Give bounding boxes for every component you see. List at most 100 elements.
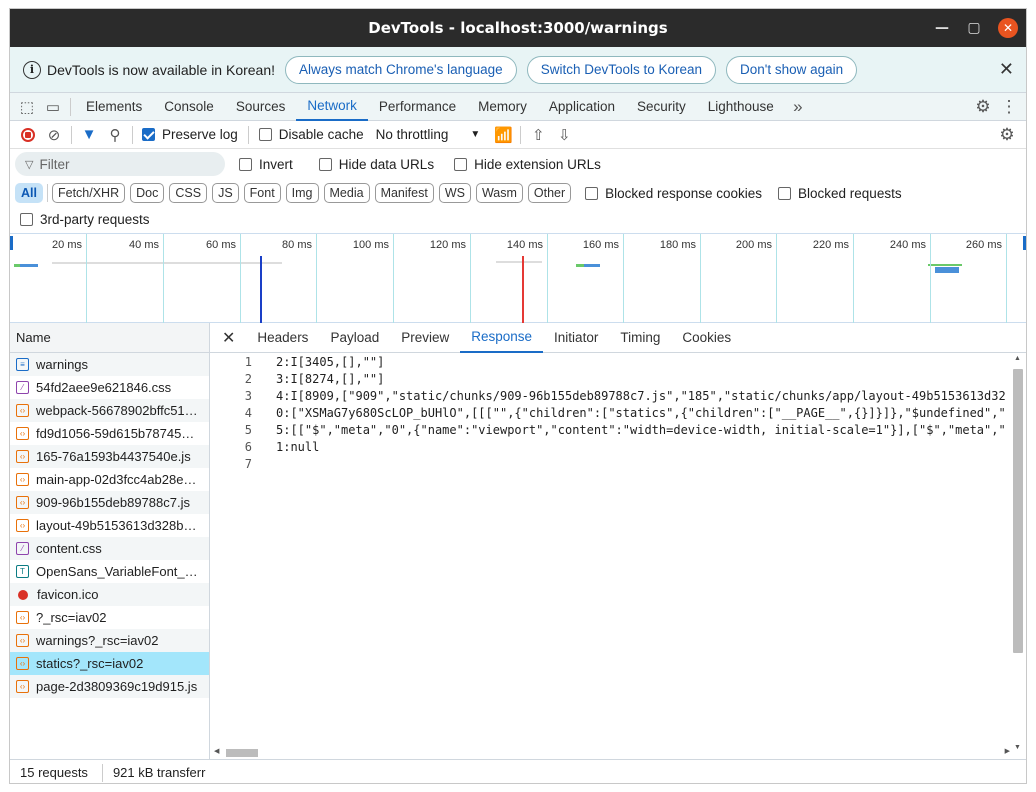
scroll-right-icon[interactable]: ▶ xyxy=(1005,747,1010,755)
name-column-header[interactable]: Name xyxy=(10,323,209,353)
disable-cache-check[interactable] xyxy=(258,128,272,141)
invert-check[interactable] xyxy=(239,157,252,171)
hide-extension-urls-check[interactable] xyxy=(454,157,468,171)
request-row[interactable]: ‹› layout-49b5153613d328b… xyxy=(10,514,209,537)
type-filter-js[interactable]: JS xyxy=(212,183,239,203)
search-icon[interactable]: ⚲ xyxy=(102,122,128,148)
tab-sources[interactable]: Sources xyxy=(225,93,297,121)
tab-memory[interactable]: Memory xyxy=(467,93,538,121)
request-row[interactable]: ‹› 909-96b155deb89788c7.js xyxy=(10,491,209,514)
close-window-icon[interactable]: ✕ xyxy=(998,18,1018,38)
tab-performance[interactable]: Performance xyxy=(368,93,467,121)
preserve-log-check[interactable] xyxy=(142,128,155,141)
type-filter-other[interactable]: Other xyxy=(527,183,572,203)
request-row[interactable]: ‹› 165-76a1593b4437540e.js xyxy=(10,445,209,468)
tab-timing[interactable]: Timing xyxy=(609,323,671,353)
third-party-label: 3rd-party requests xyxy=(40,211,150,227)
overview-right-handle[interactable] xyxy=(1023,236,1026,250)
more-tabs-icon[interactable]: » xyxy=(785,94,811,120)
type-filter-img[interactable]: Img xyxy=(285,183,319,203)
request-row[interactable]: ≡ warnings xyxy=(10,353,209,376)
tab-application[interactable]: Application xyxy=(538,93,626,121)
blocked-response-cookies-checkbox[interactable]: Blocked response cookies xyxy=(585,186,762,201)
network-settings-icon[interactable]: ⚙ xyxy=(994,122,1020,148)
window-title: DevTools - localhost:3000/warnings xyxy=(368,19,668,37)
hide-data-urls-check[interactable] xyxy=(318,157,332,171)
type-filter-doc[interactable]: Doc xyxy=(130,183,165,203)
scroll-up-icon[interactable]: ▲ xyxy=(1014,355,1021,362)
dont-show-again-button[interactable]: Don't show again xyxy=(726,55,858,84)
third-party-check[interactable] xyxy=(20,212,33,226)
overview-left-handle[interactable] xyxy=(10,236,13,250)
tab-console[interactable]: Console xyxy=(153,93,225,121)
scrollbar-thumb[interactable] xyxy=(1013,369,1023,653)
type-filter-media[interactable]: Media xyxy=(323,183,370,203)
blocked-requests-check[interactable] xyxy=(778,186,792,200)
tab-response[interactable]: Response xyxy=(460,323,544,353)
maximize-icon[interactable]: ▢ xyxy=(964,18,984,38)
switch-to-korean-button[interactable]: Switch DevTools to Korean xyxy=(526,55,717,84)
type-filter-ws[interactable]: WS xyxy=(438,183,471,203)
hscroll-thumb[interactable] xyxy=(226,749,258,757)
tab-security[interactable]: Security xyxy=(626,93,697,121)
import-har-icon[interactable]: ⇧ xyxy=(525,122,551,148)
type-filter-all[interactable]: All xyxy=(15,183,43,203)
export-har-icon[interactable]: ⇩ xyxy=(551,122,577,148)
tab-payload[interactable]: Payload xyxy=(319,323,390,353)
request-row[interactable]: ‹› warnings?_rsc=iav02 xyxy=(10,629,209,652)
dropdown-arrow-icon: ▼ xyxy=(470,129,481,140)
throttling-select[interactable]: No throttling ▼ xyxy=(376,127,481,142)
overview-gridline xyxy=(853,234,854,324)
tab-lighthouse[interactable]: Lighthouse xyxy=(697,93,785,121)
close-details-icon[interactable]: ✕ xyxy=(210,323,246,353)
invert-checkbox[interactable]: Invert xyxy=(239,157,293,172)
horizontal-scrollbar[interactable]: ◀ ▶ xyxy=(214,747,1010,759)
request-row[interactable]: ‹› fd9d1056-59d615b78745… xyxy=(10,422,209,445)
device-toolbar-icon[interactable]: ▭ xyxy=(40,94,66,120)
third-party-checkbox[interactable]: 3rd-party requests xyxy=(20,212,150,227)
request-row[interactable]: favicon.ico xyxy=(10,583,209,606)
more-options-icon[interactable]: ⋮ xyxy=(996,94,1022,120)
tab-headers[interactable]: Headers xyxy=(246,323,319,353)
network-conditions-icon[interactable]: 📶 xyxy=(490,122,516,148)
disable-cache-checkbox[interactable]: Disable cache xyxy=(258,127,364,142)
preserve-log-checkbox[interactable]: Preserve log xyxy=(142,127,238,142)
hide-extension-urls-checkbox[interactable]: Hide extension URLs xyxy=(454,157,601,172)
request-row[interactable]: T OpenSans_VariableFont_… xyxy=(10,560,209,583)
inspect-element-icon[interactable]: ⬚ xyxy=(14,94,40,120)
tab-cookies[interactable]: Cookies xyxy=(671,323,742,353)
overview-tick-label: 260 ms xyxy=(965,239,1002,251)
type-filter-manifest[interactable]: Manifest xyxy=(374,183,434,203)
type-filter-font[interactable]: Font xyxy=(243,183,281,203)
request-row[interactable]: ‹› statics?_rsc=iav02 xyxy=(10,652,209,675)
clear-icon[interactable]: ⊘ xyxy=(41,122,67,148)
settings-gear-icon[interactable]: ⚙ xyxy=(970,94,996,120)
filter-input[interactable]: ▽ Filter xyxy=(15,152,225,176)
tab-network[interactable]: Network xyxy=(296,93,368,121)
request-row[interactable]: ⁄ content.css xyxy=(10,537,209,560)
always-match-language-button[interactable]: Always match Chrome's language xyxy=(285,55,517,84)
request-row[interactable]: ‹› ?_rsc=iav02 xyxy=(10,606,209,629)
blocked-requests-checkbox[interactable]: Blocked requests xyxy=(778,186,902,201)
scroll-down-icon[interactable]: ▼ xyxy=(1014,744,1021,751)
request-row[interactable]: ‹› webpack-56678902bffc51… xyxy=(10,399,209,422)
scroll-left-icon[interactable]: ◀ xyxy=(214,747,219,755)
record-stop-icon[interactable] xyxy=(15,122,41,148)
response-body[interactable]: 1 2:I[3405,[],""] 2 3:I[8274,[],""] 3 4:I[890… xyxy=(210,355,1010,735)
request-row[interactable]: ⁄ 54fd2aee9e621846.css xyxy=(10,376,209,399)
type-filter-css[interactable]: CSS xyxy=(169,183,208,203)
type-filter-wasm[interactable]: Wasm xyxy=(475,183,523,203)
blocked-response-cookies-check[interactable] xyxy=(585,186,599,200)
vertical-scrollbar[interactable]: ▲ ▼ xyxy=(1012,355,1024,751)
request-row[interactable]: ‹› main-app-02d3fcc4ab28e… xyxy=(10,468,209,491)
type-filter-fetch-xhr[interactable]: Fetch/XHR xyxy=(51,183,126,203)
tab-preview[interactable]: Preview xyxy=(390,323,460,353)
minimize-icon[interactable]: — xyxy=(932,18,952,38)
hide-data-urls-checkbox[interactable]: Hide data URLs xyxy=(318,157,434,172)
tab-elements[interactable]: Elements xyxy=(75,93,153,121)
tab-initiator[interactable]: Initiator xyxy=(543,323,609,353)
close-infobar-icon[interactable]: ✕ xyxy=(999,59,1014,80)
filter-funnel-icon[interactable]: ▼ xyxy=(76,122,102,148)
network-overview-timeline[interactable]: 20 ms 40 ms 60 ms 80 ms 100 ms 120 ms 140 ms 16… xyxy=(10,233,1026,324)
request-row[interactable]: ‹› page-2d3809369c19d915.js xyxy=(10,675,209,698)
